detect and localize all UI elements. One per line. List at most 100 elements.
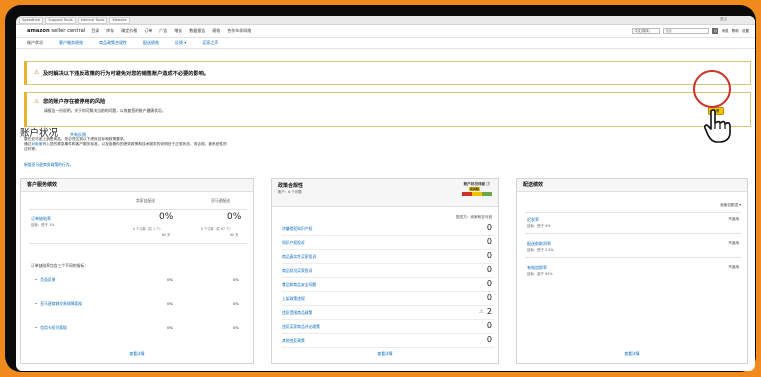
rating-segment-green <box>482 192 492 196</box>
metric-value: 不适用 <box>728 217 739 221</box>
policy-row[interactable]: 上架政策违规 0 <box>282 292 494 306</box>
warning-icon: ⚠ <box>34 97 40 105</box>
metric-value: 不适用 <box>728 241 739 245</box>
top-navigation: amazon seller central 目录 库存 确定价格 订单 广告 增… <box>16 25 755 38</box>
column-header-amazon: 亚马逊配送 <box>211 198 230 203</box>
bookmark-bar: Speedtrial Support Tools Internal Tools … <box>16 16 755 25</box>
sub-metric-amazon-value: 0% <box>233 325 240 330</box>
seller-order-count: 0 个订单（共 1 个） <box>133 227 163 231</box>
nav-item-pricing[interactable]: 确定价格 <box>121 28 137 34</box>
policy-row[interactable]: 其他违反政策 0 <box>282 334 494 348</box>
view-details-link[interactable]: 查看详情 <box>517 351 747 357</box>
tab-policy-compliance[interactable]: 商品政策合规性 <box>99 40 127 46</box>
policy-row[interactable]: 商品真实性买家投诉 0 <box>282 250 494 264</box>
shipping-performance-panel: 配送绩效 卖家自配送 ▾ 迟发率 目标：低于 4% 不适用 配送前取消率 目标：… <box>516 178 748 364</box>
policy-row[interactable]: 食品和商品安全问题 0 <box>282 278 494 292</box>
policy-row[interactable]: 违反买家商品评论政策 0 <box>282 320 494 334</box>
pointing-hand-icon <box>704 109 731 143</box>
column-header-seller: 卖家自配送 <box>136 198 155 203</box>
nav-item-catalog[interactable]: 目录 <box>91 28 99 34</box>
amazon-period: 60 天 <box>230 233 239 237</box>
sub-metric-amazon-value: 0% <box>233 301 240 306</box>
sub-metric-amazon-value: 0% <box>233 277 240 282</box>
description-line: 过时等。 <box>24 147 39 152</box>
seller-odr-value: 0% <box>159 212 174 222</box>
metric-target: 目标：低于 2.5% <box>527 248 554 252</box>
metric-target: 目标：低于 4% <box>527 224 551 228</box>
health-rating-bar <box>462 192 492 196</box>
language-select[interactable]: 中文(简体) <box>632 28 661 34</box>
nav-item-partner-network[interactable]: 合作伙伴网络 <box>227 28 251 34</box>
metric-value: 不适用 <box>728 265 739 269</box>
help-link[interactable]: 帮助 <box>732 29 739 34</box>
view-details-link[interactable]: 查看详情 <box>21 351 253 357</box>
fulfillment-dropdown[interactable]: 卖家自配送 ▾ <box>720 203 741 208</box>
divider <box>525 233 741 234</box>
warning-icon: ⚠ <box>479 309 484 315</box>
sub-navigation: 账户状况 客户服务绩效 商品政策合规性 配送绩效 反馈 ▾ 买家之声 <box>16 38 755 49</box>
banner-title: 您的账户存在被停用的风险 <box>43 99 106 105</box>
amazon-odr-value: 0% <box>227 212 242 222</box>
account-description: 要在亚马逊上销售商品，您必须达到以下绩效目标和政策要求。 通过对卖家列入您的紧急… <box>24 137 324 153</box>
metric-target: 目标：高于 95% <box>527 272 553 276</box>
bookmark-item[interactable]: Internal Tools <box>77 16 108 24</box>
sub-metric-chargeback-claims[interactable]: 信用卡拒付索赔 <box>35 325 67 331</box>
customer-service-panel: 客户服务绩效 卖家自配送 亚马逊配送 订单缺陷率 目标：低于 1% 0% 0 个… <box>20 178 254 364</box>
nav-item-inventory[interactable]: 库存 <box>106 28 114 34</box>
divider <box>525 257 741 258</box>
warning-icon: ⚠ <box>34 69 40 76</box>
policy-row[interactable]: 违反受限商品政策 ⚠ 2 <box>282 306 494 320</box>
tab-voice-of-customer[interactable]: 买家之声 <box>202 40 218 46</box>
bookmark-item[interactable]: Website <box>109 16 130 24</box>
divider <box>525 212 741 213</box>
policy-warning-banner: ⚠ 及时解决以下违反政策的行为可避免对您的销售账户造成不必要的影响。 <box>24 61 751 85</box>
sub-metric-seller-value: 0% <box>167 277 174 282</box>
monitor-frame: Speedtrial Support Tools Internal Tools … <box>5 5 756 372</box>
highlight-circle <box>693 70 731 108</box>
amazon-order-count: 0 个订单（共 67 个） <box>201 227 233 231</box>
bookmark-item[interactable]: Support Tools <box>45 16 76 24</box>
divider <box>29 209 247 210</box>
tab-customer-service[interactable]: 客户服务绩效 <box>59 40 83 46</box>
sub-metric-negative-feedback[interactable]: 负面反馈 <box>35 277 55 283</box>
nav-item-growth[interactable]: 增长 <box>174 28 182 34</box>
policy-row[interactable]: 商品状况买家投诉 0 <box>282 264 494 278</box>
panel-title: 配送绩效 <box>517 179 747 192</box>
amazon-seller-central-logo[interactable]: amazon seller central <box>27 28 85 34</box>
rating-segment-yellow <box>472 192 482 196</box>
banner-body: 请报告一份说明，关于你可解决当前的问题，以恢复您的账户健康状况。 <box>44 108 166 113</box>
status-badge: 有风险 <box>468 187 480 191</box>
bookmark-item[interactable]: Speedtrial <box>19 16 44 24</box>
tab-shipping-performance[interactable]: 配送绩效 <box>143 40 159 46</box>
policy-row[interactable]: 涉嫌侵犯知识产权 0 <box>282 222 494 236</box>
screen: Speedtrial Support Tools Internal Tools … <box>16 16 755 371</box>
settings-link[interactable]: 设置 <box>742 29 749 34</box>
tab-feedback[interactable]: 反馈 ▾ <box>175 40 186 46</box>
seller-link[interactable]: 对卖家 <box>31 142 42 146</box>
signout-link[interactable]: 退出 <box>720 17 727 22</box>
search-button[interactable]: Q <box>712 28 719 34</box>
banner-text: 及时解决以下违反政策的行为可避免对您的销售账户造成不必要的影响。 <box>43 70 210 77</box>
seller-period: 60 天 <box>162 233 171 237</box>
nav-item-reports[interactable]: 数据报告 <box>189 28 205 34</box>
sub-metric-seller-value: 0% <box>167 301 174 306</box>
nav-item-advertising[interactable]: 广告 <box>159 28 167 34</box>
policy-compliance-panel: 政策合规性 账户：8 个问题 账户状况评级 ⓘ 有风险 配送方：卖家和亚马逊 涉… <box>271 178 499 364</box>
tab-account-health[interactable]: 账户状况 <box>27 40 43 46</box>
messages-link[interactable]: 消息 <box>721 29 728 34</box>
panel-header: 政策合规性 账户：8 个问题 账户状况评级 ⓘ 有风险 <box>272 179 498 207</box>
rating-segment-red <box>462 192 472 196</box>
view-details-link[interactable]: 查看详情 <box>272 351 498 357</box>
search-area: 中文(简体) 搜索 Q 消息 帮助 设置 <box>632 28 749 34</box>
nav-item-orders[interactable]: 订单 <box>144 28 152 34</box>
divider <box>29 243 247 244</box>
search-input[interactable]: 搜索 <box>663 28 710 34</box>
nav-item-performance[interactable]: 绩效 <box>212 28 220 34</box>
sub-metrics-intro: 订单缺陷率包含三个不同的指标： <box>31 263 88 268</box>
sub-metric-a-to-z-claims[interactable]: 亚马逊商城交易保障索赔 <box>35 301 82 307</box>
deactivation-risk-banner: ⚠ 您的账户存在被停用的风险 请报告一份说明，关于你可解决当前的问题，以恢复您的… <box>24 92 751 127</box>
metric-target: 目标：低于 1% <box>31 223 55 227</box>
policy-link[interactable]: 新版亚马逊商务政策的行为。 <box>24 162 73 168</box>
fulfillment-header: 配送方：卖家和亚马逊 <box>456 215 492 219</box>
policy-row[interactable]: 知识产权投诉 0 <box>282 236 494 250</box>
